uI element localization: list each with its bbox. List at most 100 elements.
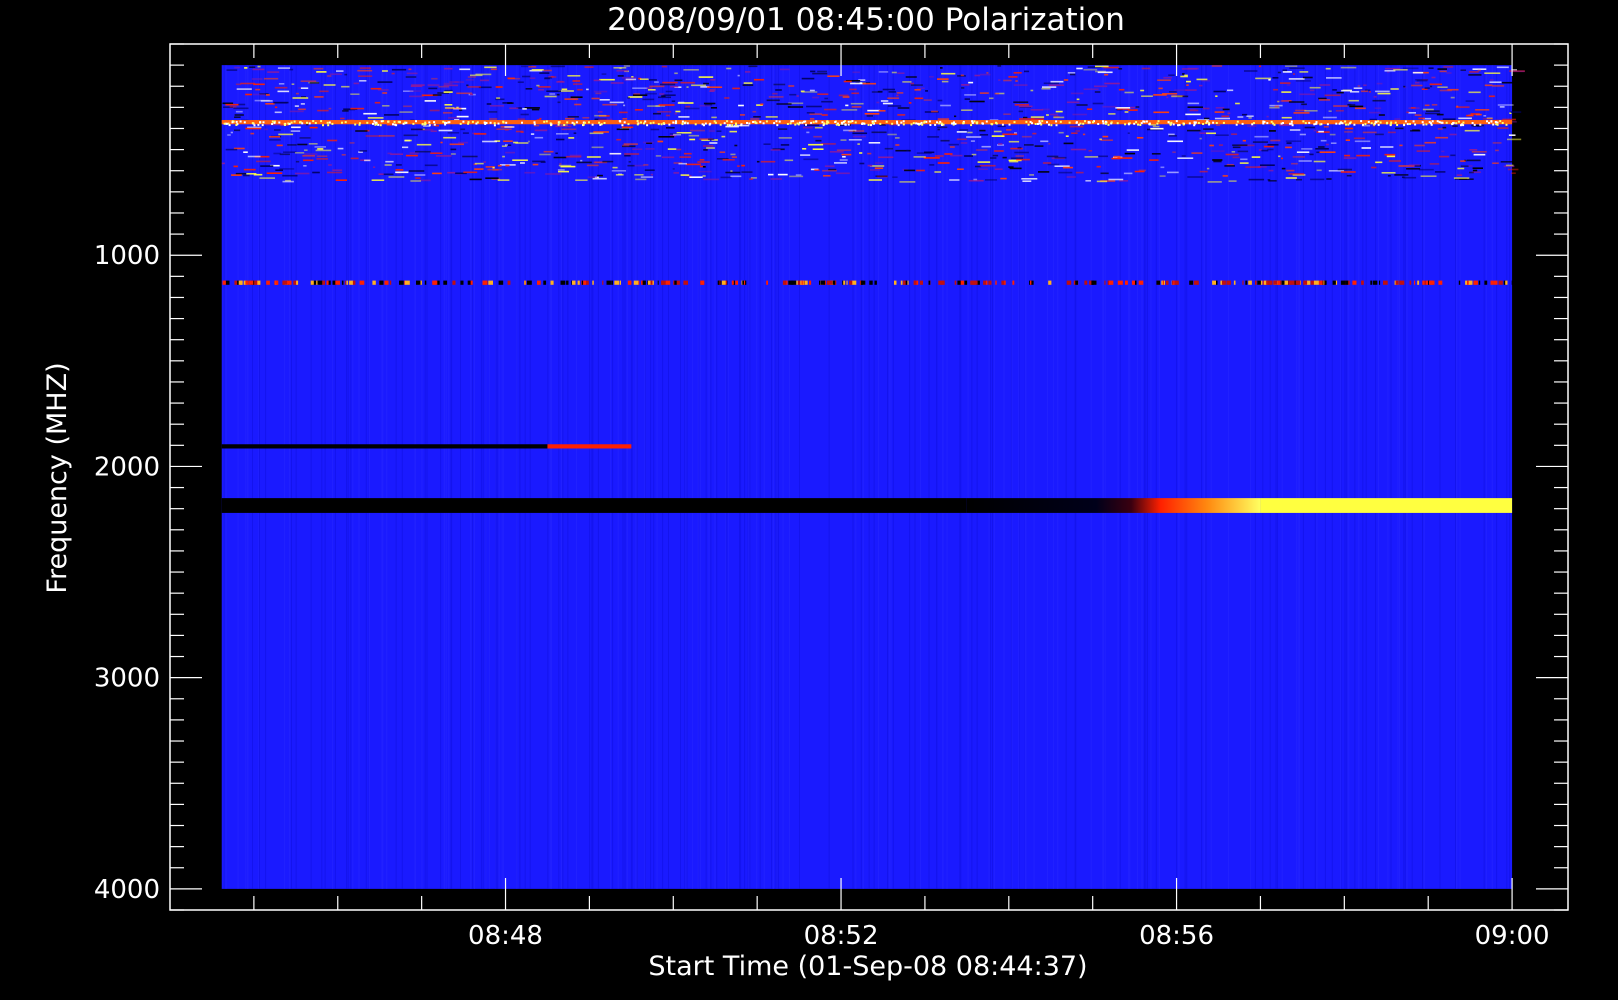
noise-speck [1042, 108, 1050, 111]
noise-speck [414, 174, 426, 176]
noise-speck [235, 172, 247, 175]
noise-speck [1187, 176, 1204, 178]
texture-streak [1459, 65, 1461, 889]
noise-speck [565, 117, 575, 120]
bright-speck [583, 121, 586, 124]
noise-speck [772, 92, 778, 95]
noise-speck [997, 65, 1002, 67]
bright-speck [1313, 123, 1316, 126]
noise-speck [1310, 89, 1315, 92]
bright-speck [879, 122, 882, 125]
noise-speck [422, 128, 425, 131]
noise-speck [539, 72, 550, 74]
noise-speck [841, 153, 852, 156]
bright-speck [1104, 122, 1107, 125]
noise-speck [234, 129, 241, 132]
noise-speck [234, 66, 241, 69]
noise-speck [497, 179, 510, 181]
noise-speck [1041, 87, 1051, 90]
noise-speck [275, 169, 283, 171]
noise-speck [1058, 131, 1064, 134]
noise-speck [1402, 67, 1419, 70]
noise-speck [230, 131, 233, 134]
noise-speck [525, 88, 533, 90]
dash-segment [683, 280, 688, 285]
noise-speck [876, 101, 880, 104]
dash-segment [1478, 280, 1481, 285]
noise-speck [1244, 70, 1258, 72]
noise-speck [247, 155, 261, 158]
noise-speck [1212, 159, 1223, 161]
noise-speck [432, 94, 442, 96]
noise-speck [1360, 90, 1368, 93]
bright-speck [1046, 121, 1048, 124]
noise-speck [1063, 166, 1073, 169]
bright-speck [1353, 123, 1356, 126]
bright-speck [235, 120, 238, 123]
bright-speck [1414, 123, 1417, 126]
texture-streak [1411, 65, 1413, 889]
noise-speck [1472, 169, 1478, 172]
bright-speck [902, 123, 905, 126]
noise-speck [342, 110, 349, 112]
noise-speck [1361, 147, 1371, 149]
noise-speck [1002, 133, 1018, 136]
bright-speck [775, 120, 778, 123]
bright-speck [1347, 123, 1350, 126]
noise-speck [1437, 68, 1447, 70]
noise-speck [316, 158, 328, 160]
texture-streak [610, 65, 612, 889]
bright-speck [1377, 123, 1380, 126]
bright-speck [755, 122, 758, 125]
noise-speck [964, 94, 977, 96]
noise-speck [676, 148, 682, 151]
noise-speck [1187, 67, 1199, 70]
noise-speck [1076, 98, 1080, 101]
dash-segment [488, 280, 493, 285]
noise-speck [766, 99, 780, 102]
noise-speck [777, 173, 788, 176]
noise-speck [1167, 140, 1183, 143]
noise-speck [567, 116, 579, 118]
dash-segment [629, 280, 632, 285]
noise-speck [1508, 134, 1516, 136]
noise-speck [1042, 162, 1052, 164]
noise-speck [813, 135, 822, 138]
noise-speck [557, 101, 561, 104]
texture-streak [928, 65, 930, 889]
noise-speck [1425, 112, 1441, 115]
bright-speck [1396, 124, 1399, 126]
noise-speck [1362, 131, 1377, 134]
bright-speck [694, 123, 697, 126]
texture-streak [772, 65, 774, 889]
noise-speck [1046, 114, 1049, 116]
noise-speck [486, 103, 492, 105]
texture-streak [909, 65, 911, 889]
noise-speck [780, 144, 790, 146]
noise-speck [587, 176, 598, 178]
bright-speck [636, 123, 639, 126]
noise-speck [1186, 80, 1191, 83]
dash-segment [905, 280, 908, 285]
noise-speck [1202, 107, 1210, 110]
noise-speck [659, 93, 665, 95]
noise-speck [1388, 131, 1396, 134]
noise-speck [447, 171, 456, 174]
dash-segment [1084, 280, 1088, 285]
noise-speck [1353, 87, 1363, 89]
texture-streak [562, 65, 564, 889]
bright-speck [1494, 121, 1497, 123]
noise-speck [1422, 108, 1434, 111]
noise-speck [1288, 78, 1305, 80]
noise-speck [1070, 73, 1076, 76]
texture-streak [1423, 65, 1425, 889]
noise-speck [1018, 105, 1033, 108]
noise-speck [1296, 151, 1310, 153]
noise-speck [1100, 172, 1109, 175]
dash-segment [1255, 280, 1257, 285]
noise-speck [1136, 137, 1144, 139]
noise-speck [1354, 107, 1366, 110]
noise-speck [789, 175, 804, 178]
noise-speck [1349, 105, 1364, 108]
noise-speck [291, 126, 301, 129]
